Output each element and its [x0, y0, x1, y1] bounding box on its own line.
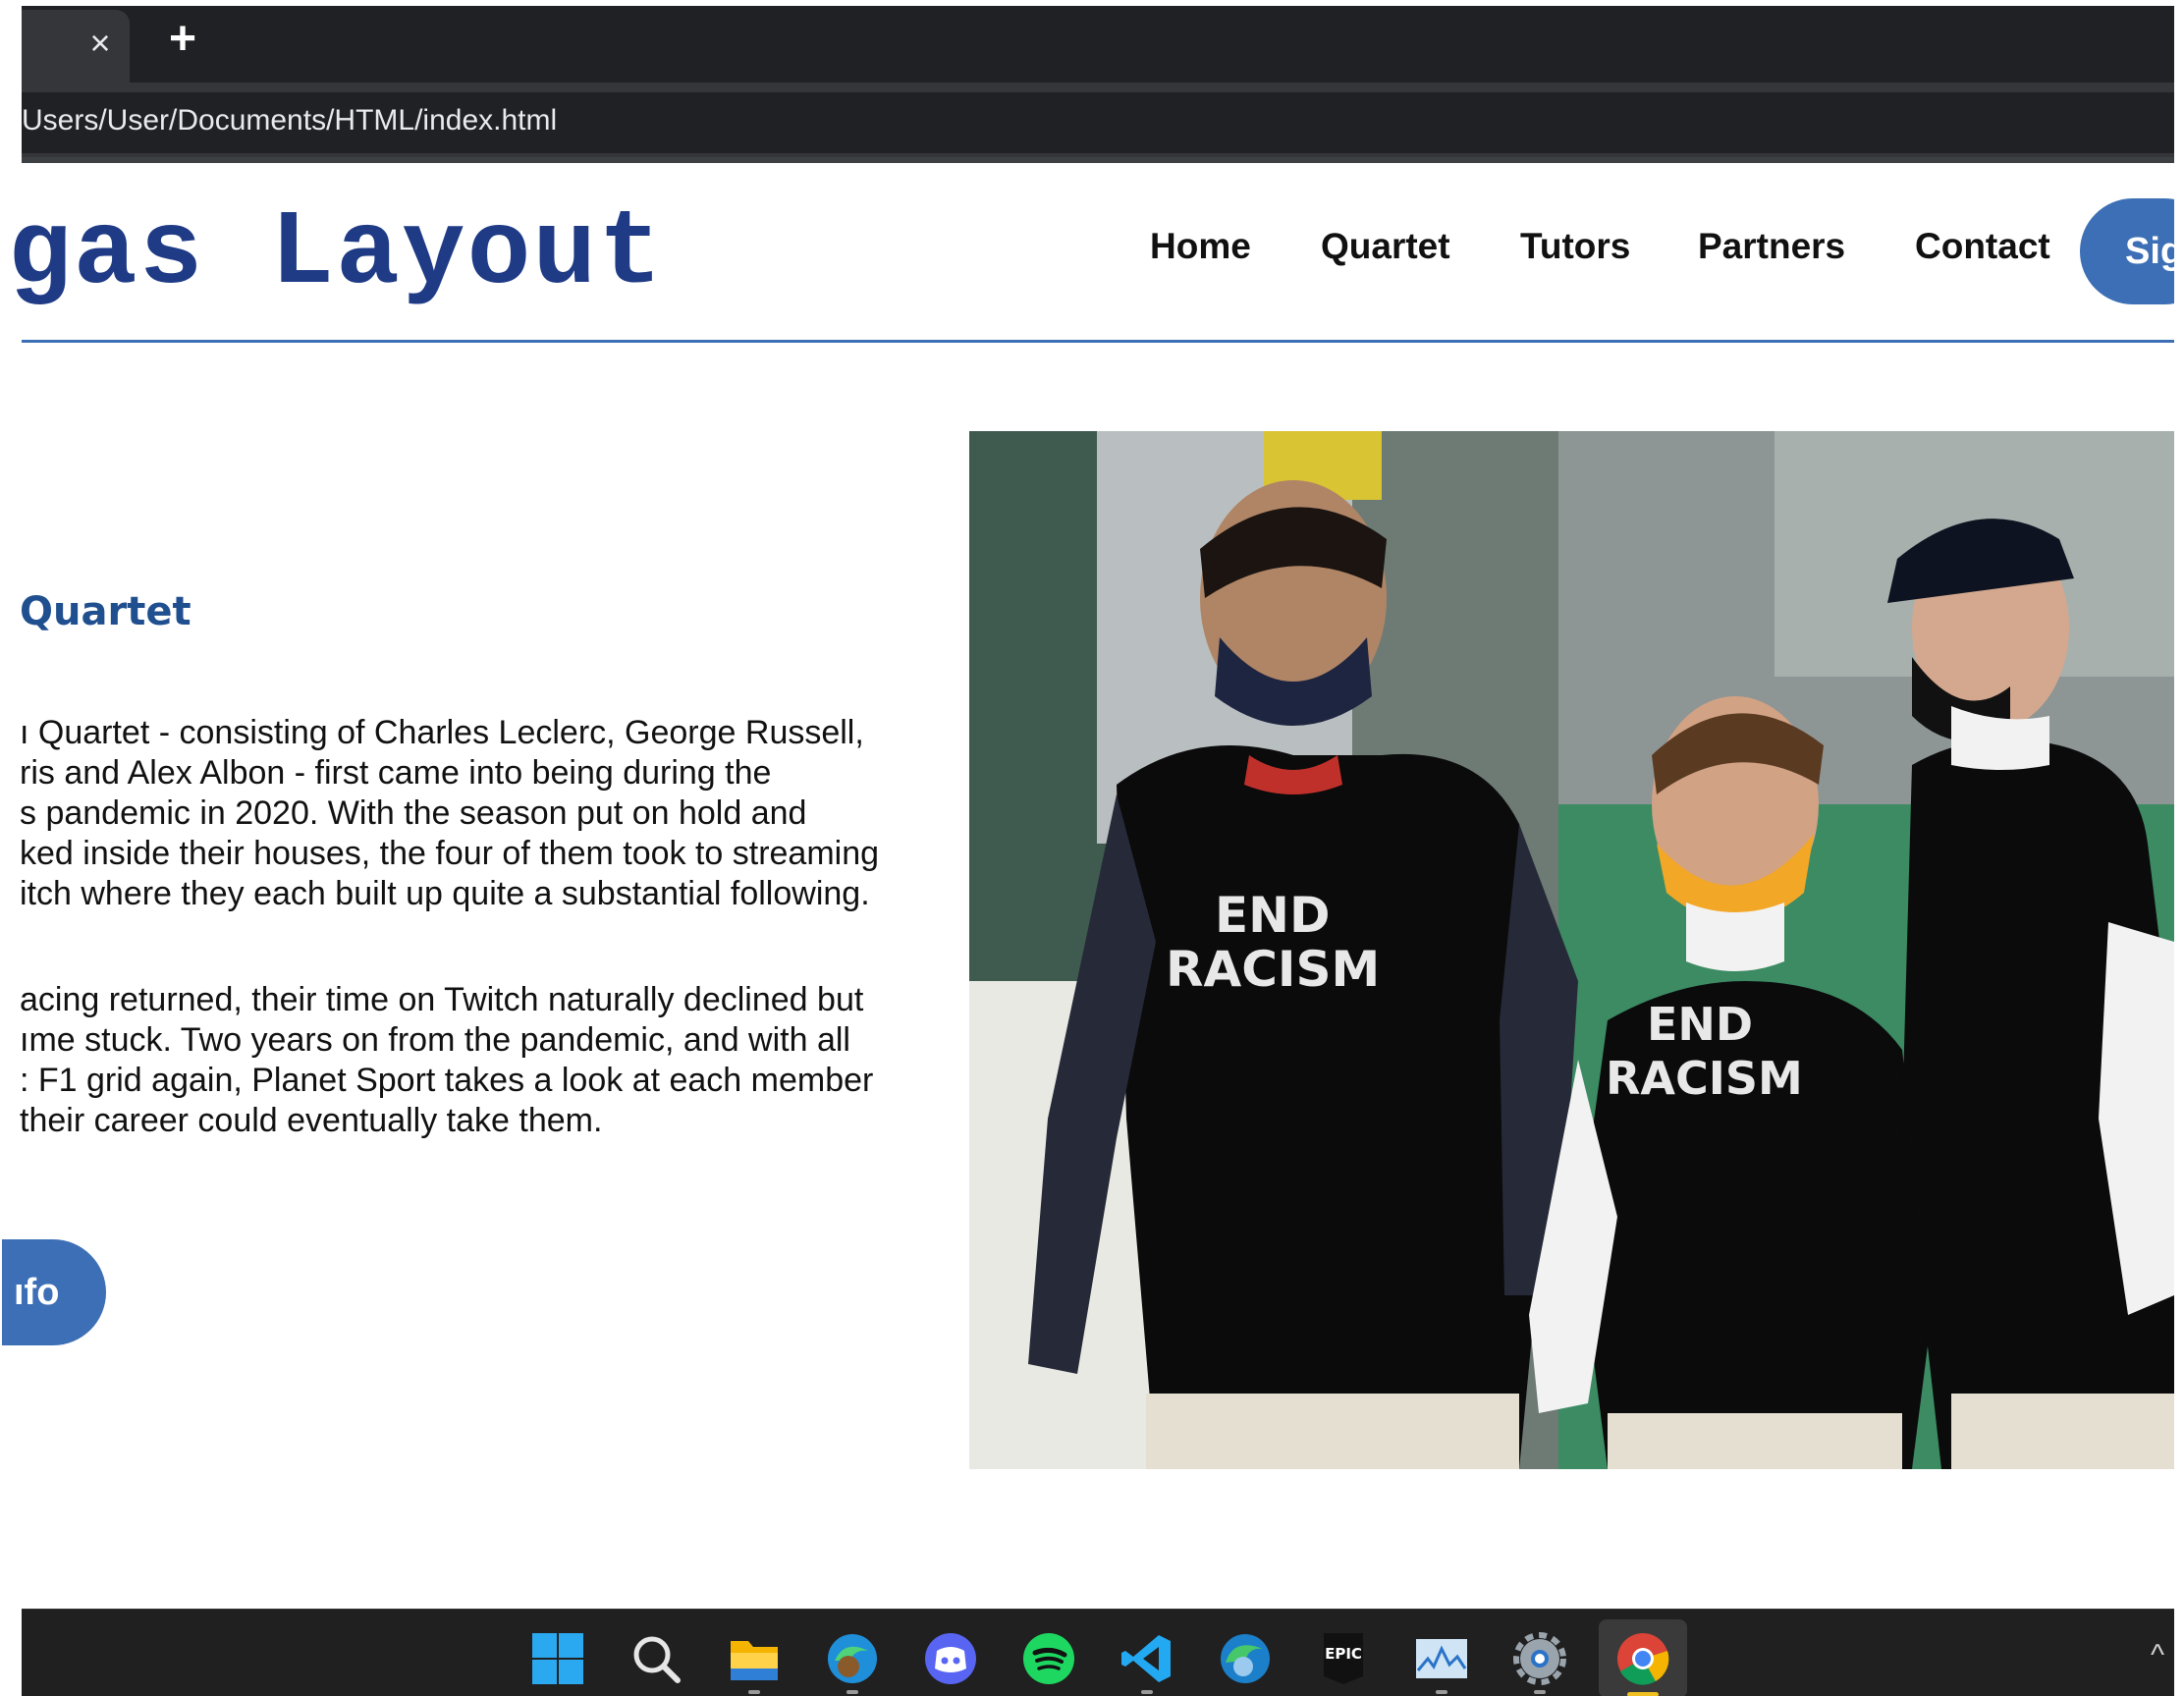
signup-button[interactable]: Sig	[2080, 198, 2184, 304]
paragraph-line: : F1 grid again, Planet Sport takes a lo…	[20, 1062, 874, 1099]
shirt-text-line1: END	[1647, 998, 1753, 1051]
file-explorer-icon[interactable]	[727, 1631, 782, 1686]
intro-paragraph: ı Quartet - consisting of Charles Lecler…	[20, 713, 943, 914]
vscode-icon[interactable]	[1119, 1631, 1174, 1686]
spotify-icon[interactable]	[1021, 1631, 1076, 1686]
windows-start-icon[interactable]	[530, 1631, 585, 1686]
tab-close-icon[interactable]: ×	[81, 24, 120, 63]
paragraph-line: ris and Alex Albon - first came into bei…	[20, 754, 772, 792]
hero-photo: END RACISM END RACISM	[969, 431, 2174, 1469]
paragraph-line: s pandemic in 2020. With the season put …	[20, 794, 807, 832]
running-indicator	[846, 1690, 858, 1694]
nav-tutors[interactable]: Tutors	[1520, 226, 1630, 267]
hero-illustration: END RACISM END RACISM	[969, 431, 2174, 1469]
section-heading: Quartet	[20, 589, 191, 634]
paragraph-line: acing returned, their time on Twitch nat…	[20, 981, 864, 1018]
running-indicator	[1141, 1690, 1153, 1694]
settings-icon[interactable]	[1512, 1631, 1567, 1686]
nav-quartet[interactable]: Quartet	[1321, 226, 1450, 267]
nav-home[interactable]: Home	[1150, 226, 1251, 267]
address-bar: Users/User/Documents/HTML/index.html	[22, 82, 2174, 163]
header-divider	[22, 340, 2174, 343]
paragraph-line: ı Quartet - consisting of Charles Lecler…	[20, 714, 864, 751]
site-title: gas Layout	[8, 194, 665, 314]
running-indicator	[1534, 1690, 1546, 1694]
new-tab-icon[interactable]: +	[159, 16, 206, 65]
paragraph-line: ıme stuck. Two years on from the pandemi…	[20, 1021, 850, 1059]
active-app-indicator	[1627, 1692, 1659, 1696]
browser-tab[interactable]: ×	[22, 10, 130, 82]
url-text: Users/User/Documents/HTML/index.html	[22, 104, 558, 137]
paragraph-line: itch where they each built up quite a su…	[20, 875, 870, 912]
right-margin	[2174, 0, 2184, 1696]
chrome-icon[interactable]	[1615, 1631, 1670, 1686]
paragraph-line: ked inside their houses, the four of the…	[20, 835, 880, 872]
taskbar: EPIC ^	[22, 1609, 2174, 1696]
nav-contact[interactable]: Contact	[1915, 226, 2050, 267]
search-icon[interactable]	[628, 1631, 683, 1686]
running-indicator	[1436, 1690, 1447, 1694]
performance-monitor-icon[interactable]	[1414, 1631, 1469, 1686]
paragraph-line: their career could eventually take them.	[20, 1102, 603, 1139]
epic-games-icon[interactable]: EPIC	[1316, 1631, 1371, 1686]
epic-games-label: EPIC	[1325, 1645, 1362, 1663]
edge-icon[interactable]	[1218, 1631, 1273, 1686]
chevron-up-icon[interactable]: ^	[2151, 1639, 2164, 1672]
shirt-text-line2: RACISM	[1606, 1052, 1803, 1105]
nav-partners[interactable]: Partners	[1698, 226, 1845, 267]
running-indicator	[748, 1690, 760, 1694]
shirt-text-line1: END	[1215, 887, 1331, 944]
more-info-button[interactable]: ıfo	[2, 1239, 106, 1345]
address-bar-divider	[22, 157, 2174, 163]
discord-icon[interactable]	[923, 1631, 978, 1686]
more-info-label: ıfo	[14, 1272, 60, 1313]
edge-beta-icon[interactable]	[825, 1631, 880, 1686]
shirt-text-line2: RACISM	[1166, 941, 1380, 998]
followup-paragraph: acing returned, their time on Twitch nat…	[20, 980, 943, 1141]
browser-tab-bar: × +	[22, 6, 2174, 82]
url-field[interactable]: Users/User/Documents/HTML/index.html	[22, 92, 2174, 153]
